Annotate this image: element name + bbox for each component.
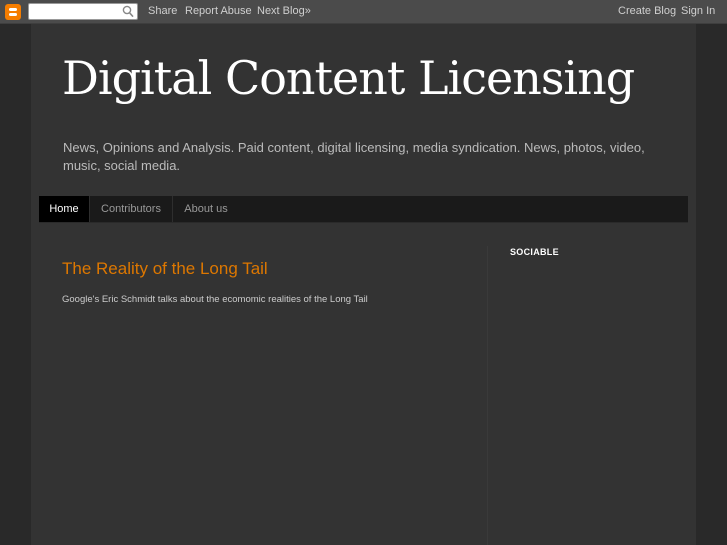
report-abuse-link[interactable]: Report Abuse [185, 5, 252, 17]
sign-in-link[interactable]: Sign In [681, 5, 715, 17]
next-blog-link[interactable]: Next Blog» [257, 5, 311, 17]
share-link[interactable]: Share [148, 5, 177, 17]
blogger-navbar: Share Report Abuse Next Blog» Create Blo… [0, 0, 727, 24]
page-tabs: Home Contributors About us [39, 196, 688, 223]
blog-title[interactable]: Digital Content Licensing [62, 51, 635, 105]
create-blog-link[interactable]: Create Blog [618, 5, 676, 17]
content-area: Digital Content Licensing News, Opinions… [31, 24, 696, 545]
post-title[interactable]: The Reality of the Long Tail [62, 259, 268, 279]
search-box[interactable] [28, 3, 138, 23]
blogger-logo-icon[interactable] [5, 4, 21, 20]
sidebar-heading: SOCIABLE [510, 247, 559, 257]
tab-about-us[interactable]: About us [173, 196, 239, 222]
blog-description: News, Opinions and Analysis. Paid conten… [63, 140, 645, 173]
search-icon[interactable] [122, 5, 134, 23]
post-body: Google's Eric Schmidt talks about the ec… [62, 294, 368, 305]
tab-home[interactable]: Home [39, 196, 90, 222]
tab-contributors[interactable]: Contributors [90, 196, 173, 222]
search-input[interactable] [29, 6, 124, 22]
sidebar-divider [487, 246, 488, 545]
